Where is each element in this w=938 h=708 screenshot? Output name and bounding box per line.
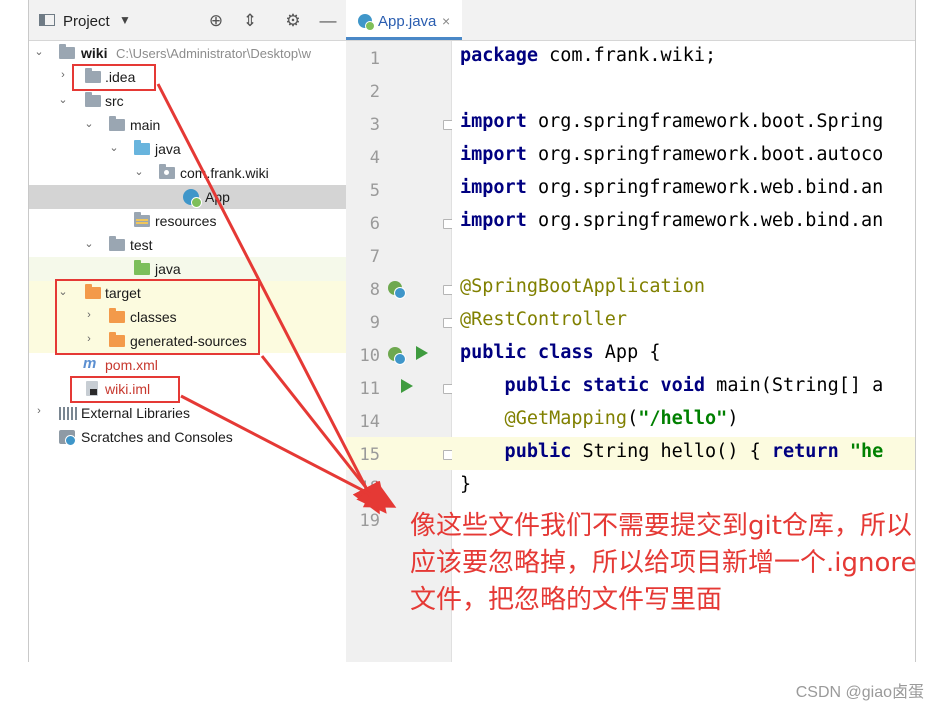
watermark: CSDN @giao卤蛋 <box>795 684 924 701</box>
arrow-from-target <box>260 355 387 514</box>
annotation-note: 像这些文件我们不需要提交到git仓库，所以应该要忽略掉，所以给项目新增一个.ig… <box>410 511 917 615</box>
arrow-from-iml <box>180 394 397 508</box>
arrow-from-idea <box>156 83 380 515</box>
